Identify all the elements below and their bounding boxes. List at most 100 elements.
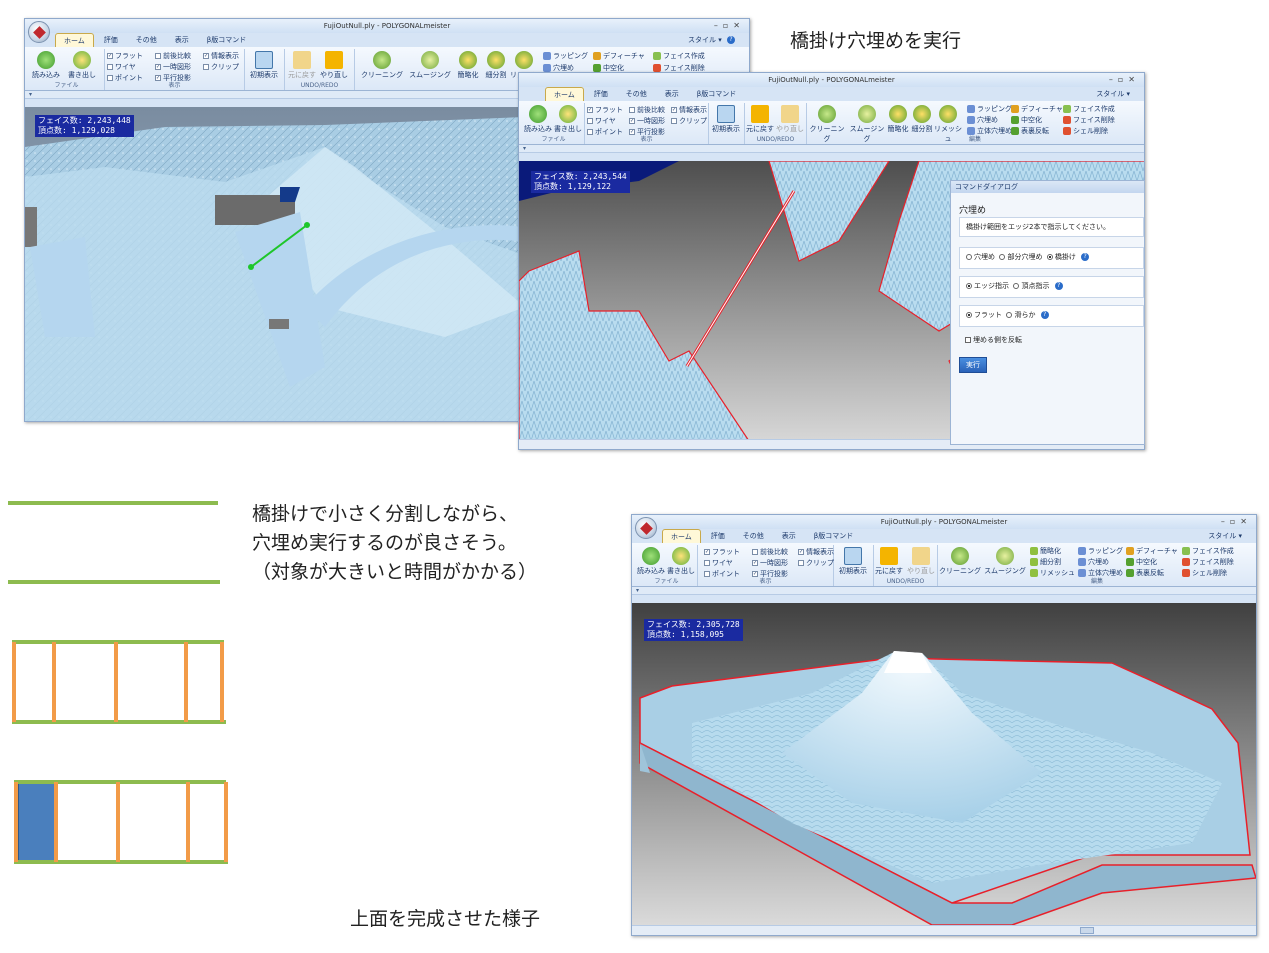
defeature-button[interactable]: デフィーチャ bbox=[593, 51, 645, 61]
tab-home-3[interactable]: ホーム bbox=[662, 529, 701, 543]
face-delete-button-2[interactable]: フェイス削除 bbox=[1063, 115, 1115, 125]
radio-flat[interactable]: フラット bbox=[966, 311, 1002, 319]
face-delete-icon bbox=[653, 64, 661, 72]
check-wire-2[interactable]: ワイヤ bbox=[587, 116, 616, 126]
check-info[interactable]: ✓ 情報表示 bbox=[203, 51, 239, 61]
radio-vertex-spec[interactable]: 頂点指示 bbox=[1013, 282, 1049, 290]
help-icon[interactable]: ? bbox=[1040, 311, 1049, 319]
face-create-button-3[interactable]: フェイス作成 bbox=[1182, 546, 1234, 556]
face-create-button[interactable]: フェイス作成 bbox=[653, 51, 705, 61]
quick-access-bar-2[interactable]: ▾ bbox=[519, 145, 1144, 153]
check-compare-2[interactable]: 前後比較 bbox=[629, 105, 665, 115]
check-wire-3[interactable]: ワイヤ bbox=[704, 558, 733, 568]
check-flat-2[interactable]: ✓ フラット bbox=[587, 105, 623, 115]
face-create-icon bbox=[653, 52, 661, 60]
tab-other[interactable]: その他 bbox=[128, 33, 165, 47]
save-button-2[interactable]: 書き出し bbox=[553, 105, 583, 134]
tab-beta[interactable]: β版コマンド bbox=[199, 33, 254, 47]
load-button-2[interactable]: 読み込み bbox=[523, 105, 553, 134]
radio-smooth[interactable]: 滑らか bbox=[1006, 311, 1035, 319]
tab-view[interactable]: 表示 bbox=[167, 33, 197, 47]
fill-hole-button-3[interactable]: 穴埋め bbox=[1078, 557, 1109, 567]
subdivide-button-2[interactable]: 細分割 bbox=[909, 105, 935, 134]
horizontal-scrollbar[interactable] bbox=[632, 925, 1256, 935]
tab-view-3[interactable]: 表示 bbox=[774, 529, 804, 543]
check-flat[interactable]: ✓ フラット bbox=[107, 51, 143, 61]
cleaning-button-3[interactable]: クリーニング bbox=[938, 547, 982, 576]
check-temp-shape-3[interactable]: ✓ 一時図形 bbox=[752, 558, 788, 568]
tab-home-2[interactable]: ホーム bbox=[545, 87, 584, 101]
check-clip-3[interactable]: クリップ bbox=[798, 558, 834, 568]
redo-button-2[interactable]: やり直し bbox=[775, 105, 805, 134]
undo-button[interactable]: 元に戻す bbox=[287, 51, 317, 80]
tab-beta-2[interactable]: β版コマンド bbox=[689, 87, 744, 101]
load-button-3[interactable]: 読み込み bbox=[636, 547, 666, 576]
simplify-button[interactable]: 簡略化 bbox=[453, 51, 483, 80]
init-view-button-3[interactable]: 初期表示 bbox=[838, 547, 868, 576]
check-info-2[interactable]: ✓ 情報表示 bbox=[671, 105, 707, 115]
check-clip[interactable]: クリップ bbox=[203, 62, 239, 72]
window-controls[interactable]: –▫✕ bbox=[714, 19, 745, 33]
style-menu[interactable]: スタイル ▾ ? bbox=[688, 33, 735, 47]
tab-other-3[interactable]: その他 bbox=[735, 529, 772, 543]
execute-button[interactable]: 実行 bbox=[959, 357, 987, 373]
radio-edge-spec[interactable]: エッジ指示 bbox=[966, 282, 1009, 290]
fill-hole-button-2[interactable]: 穴埋め bbox=[967, 115, 998, 125]
defeature-button-2[interactable]: デフィーチャ bbox=[1011, 104, 1063, 114]
cleaning-button[interactable]: クリーニング bbox=[359, 51, 405, 80]
tab-evaluate-3[interactable]: 評価 bbox=[703, 529, 733, 543]
undo-button-2[interactable]: 元に戻す bbox=[745, 105, 775, 134]
check-compare-3[interactable]: 前後比較 bbox=[752, 547, 788, 557]
style-menu-2[interactable]: スタイル ▾ bbox=[1096, 87, 1130, 101]
undo-button-3[interactable]: 元に戻す bbox=[874, 547, 904, 576]
check-temp-shape[interactable]: ✓ 一時図形 bbox=[155, 62, 191, 72]
help-icon[interactable]: ? bbox=[1054, 282, 1063, 290]
init-view-button[interactable]: 初期表示 bbox=[249, 51, 279, 80]
tab-beta-3[interactable]: β版コマンド bbox=[806, 529, 861, 543]
check-temp-shape-2[interactable]: ✓ 一時図形 bbox=[629, 116, 665, 126]
hollow-button-3[interactable]: 中空化 bbox=[1126, 557, 1157, 567]
quick-access-bar-3[interactable]: ▾ bbox=[632, 587, 1256, 595]
check-wire[interactable]: ワイヤ bbox=[107, 62, 136, 72]
window-controls-2[interactable]: –▫✕ bbox=[1109, 73, 1140, 87]
subdivide-button[interactable]: 細分割 bbox=[481, 51, 511, 80]
app-logo-icon-3[interactable] bbox=[635, 517, 657, 539]
tab-evaluate[interactable]: 評価 bbox=[96, 33, 126, 47]
tab-other-2[interactable]: その他 bbox=[618, 87, 655, 101]
save-button-3[interactable]: 書き出し bbox=[666, 547, 696, 576]
wrapping-button-2[interactable]: ラッピング bbox=[967, 104, 1012, 114]
wrapping-button-3[interactable]: ラッピング bbox=[1078, 546, 1123, 556]
check-compare[interactable]: 前後比較 bbox=[155, 51, 191, 61]
hollow-button-2[interactable]: 中空化 bbox=[1011, 115, 1042, 125]
simplify-button-3[interactable]: 簡略化 bbox=[1030, 546, 1061, 556]
scrollbar-close-icon[interactable] bbox=[1080, 927, 1094, 934]
radio-fill[interactable]: 穴埋め bbox=[966, 253, 995, 261]
window-controls-3[interactable]: –▫✕ bbox=[1221, 515, 1252, 529]
wrapping-button[interactable]: ラッピング bbox=[543, 51, 588, 61]
redo-button[interactable]: やり直し bbox=[319, 51, 349, 80]
smoothing-button-3[interactable]: スムージング bbox=[982, 547, 1028, 576]
defeature-button-3[interactable]: デフィーチャ bbox=[1126, 546, 1178, 556]
save-button[interactable]: 書き出し bbox=[67, 51, 97, 80]
check-info-3[interactable]: ✓ 情報表示 bbox=[798, 547, 834, 557]
smoothing-button[interactable]: スムージング bbox=[407, 51, 453, 80]
load-button[interactable]: 読み込み bbox=[31, 51, 61, 80]
subdivide-button-3[interactable]: 細分割 bbox=[1030, 557, 1061, 567]
help-icon[interactable]: ? bbox=[1081, 253, 1090, 261]
tab-view-2[interactable]: 表示 bbox=[657, 87, 687, 101]
check-clip-2[interactable]: クリップ bbox=[671, 116, 707, 126]
face-delete-button-3[interactable]: フェイス削除 bbox=[1182, 557, 1234, 567]
radio-partial-fill[interactable]: 部分穴埋め bbox=[999, 253, 1042, 261]
radio-bridge[interactable]: 橋掛け bbox=[1046, 253, 1076, 261]
style-menu-3[interactable]: スタイル ▾ bbox=[1208, 529, 1242, 543]
reverse-checkbox[interactable]: 埋める側を反転 bbox=[965, 335, 1022, 345]
init-view-button-2[interactable]: 初期表示 bbox=[711, 105, 741, 134]
face-create-button-2[interactable]: フェイス作成 bbox=[1063, 104, 1115, 114]
tab-evaluate-2[interactable]: 評価 bbox=[586, 87, 616, 101]
redo-button-3[interactable]: やり直し bbox=[906, 547, 936, 576]
check-flat-3[interactable]: ✓ フラット bbox=[704, 547, 740, 557]
simplify-button-2[interactable]: 簡略化 bbox=[885, 105, 911, 134]
app-logo-icon[interactable] bbox=[28, 21, 50, 43]
viewport-3[interactable]: フェイス数: 2,305,728 頂点数: 1,158,095 bbox=[632, 603, 1256, 926]
tab-home[interactable]: ホーム bbox=[55, 33, 94, 47]
